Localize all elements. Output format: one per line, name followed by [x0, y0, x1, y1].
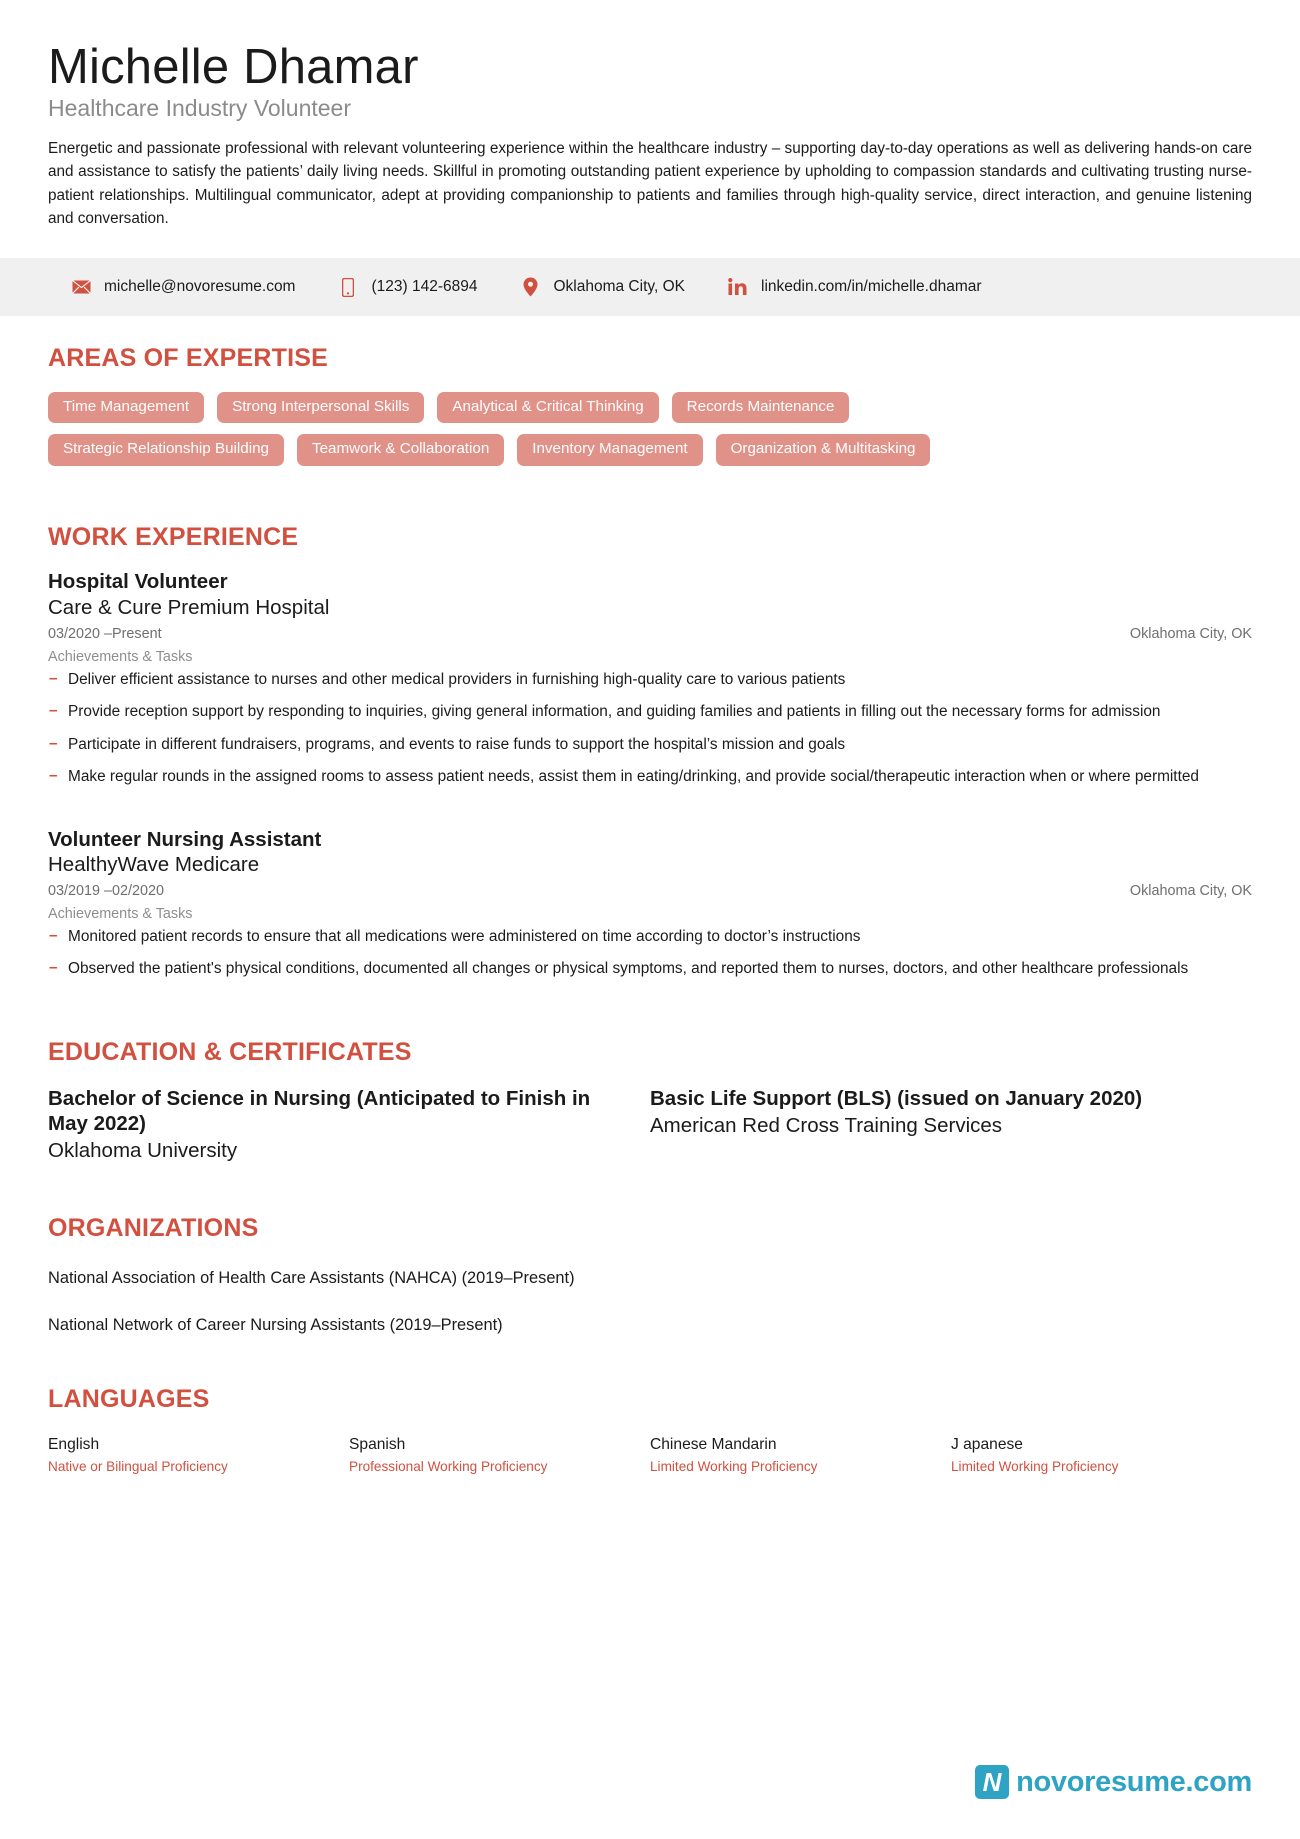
contact-item-location[interactable]: Oklahoma City, OK	[519, 277, 685, 297]
language-level: Native or Bilingual Proficiency	[48, 1459, 228, 1475]
job-bullet: Participate in different fundraisers, pr…	[48, 733, 1252, 756]
job-dates: 03/2020 –Present	[48, 625, 162, 642]
language-entry: J apanese Limited Working Proficiency	[951, 1434, 1252, 1476]
job-bullet: Monitored patient records to ensure that…	[48, 925, 1252, 948]
language-name: J apanese	[951, 1435, 1023, 1453]
novoresume-logo-mark-icon: N	[975, 1765, 1010, 1799]
language-entry: Chinese Mandarin Limited Working Profici…	[650, 1434, 951, 1476]
contact-item-linkedin[interactable]: linkedin.com/in/michelle.dhamar	[727, 277, 982, 297]
work-entry: Hospital Volunteer Care & Cure Premium H…	[48, 569, 1252, 788]
contact-bar: michelle@novoresume.com (123) 142-6894 O…	[0, 258, 1300, 317]
job-subheading: Achievements & Tasks	[48, 648, 193, 665]
job-meta: 03/2020 –Present Oklahoma City, OK	[48, 626, 1252, 642]
organization-item: National Network of Career Nursing Assis…	[48, 1315, 503, 1334]
education-entry: Bachelor of Science in Nursing (Anticipa…	[48, 1086, 650, 1164]
job-company: HealthyWave Medicare	[48, 853, 260, 877]
resume-header: Michelle Dhamar Healthcare Industry Volu…	[0, 0, 1300, 258]
job-bullet-list: Monitored patient records to ensure that…	[48, 925, 1252, 981]
job-bullet-list: Deliver efficient assistance to nurses a…	[48, 668, 1252, 789]
novoresume-logo-text: novoresume.com	[1016, 1765, 1252, 1798]
resume-page: Michelle Dhamar Healthcare Industry Volu…	[0, 0, 1300, 1839]
candidate-name: Michelle Dhamar	[48, 40, 419, 94]
organization-item: National Association of Health Care Assi…	[48, 1268, 575, 1287]
language-name: English	[48, 1435, 100, 1453]
expertise-tag: Strategic Relationship Building	[48, 434, 284, 466]
contact-item-phone[interactable]: (123) 142-6894	[337, 277, 477, 297]
expertise-tag: Organization & Multitasking	[715, 434, 931, 466]
contact-linkedin-text: linkedin.com/in/michelle.dhamar	[761, 278, 982, 296]
language-name: Spanish	[349, 1435, 406, 1453]
language-entry: Spanish Professional Working Proficiency	[349, 1434, 650, 1476]
education-degree: Bachelor of Science in Nursing (Anticipa…	[48, 1087, 591, 1136]
education-school: American Red Cross Training Services	[650, 1114, 1003, 1138]
contact-phone-text: (123) 142-6894	[371, 278, 478, 296]
expertise-section-title: AREAS OF EXPERTISE	[48, 344, 329, 373]
expertise-tag-list: Time Management Strong Interpersonal Ski…	[48, 391, 1252, 466]
job-role: Hospital Volunteer	[48, 570, 228, 594]
candidate-job-title: Healthcare Industry Volunteer	[48, 95, 352, 122]
language-level: Limited Working Proficiency	[650, 1459, 818, 1475]
expertise-tag-row: Time Management Strong Interpersonal Ski…	[48, 391, 1252, 424]
expertise-tag-row: Strategic Relationship Building Teamwork…	[48, 434, 1252, 466]
education-grid: Bachelor of Science in Nursing (Anticipa…	[48, 1086, 1252, 1164]
job-bullet: Provide reception support by responding …	[48, 700, 1252, 723]
envelope-icon	[70, 277, 92, 297]
job-bullet: Observed the patient's physical conditio…	[48, 957, 1252, 980]
expertise-tag: Time Management	[48, 391, 205, 424]
job-bullet: Deliver efficient assistance to nurses a…	[48, 668, 1252, 691]
job-location: Oklahoma City, OK	[1129, 625, 1252, 642]
section-areas-of-expertise: AREAS OF EXPERTISE Time Management Stron…	[0, 316, 1300, 466]
expertise-tag: Records Maintenance	[671, 391, 850, 424]
languages-section-title: LANGUAGES	[48, 1385, 210, 1414]
expertise-tag: Teamwork & Collaboration	[297, 434, 505, 466]
contact-location-text: Oklahoma City, OK	[553, 278, 685, 296]
job-location: Oklahoma City, OK	[1129, 882, 1252, 899]
education-degree: Basic Life Support (BLS) (issued on Janu…	[650, 1087, 1143, 1111]
section-work-experience: WORK EXPERIENCE Hospital Volunteer Care …	[0, 477, 1300, 981]
language-level: Professional Working Proficiency	[349, 1459, 548, 1475]
education-section-title: EDUCATION & CERTIFICATES	[48, 1037, 412, 1066]
section-organizations: ORGANIZATIONS National Association of He…	[0, 1164, 1300, 1336]
professional-summary: Energetic and passionate professional wi…	[48, 140, 1252, 227]
work-section-title: WORK EXPERIENCE	[48, 522, 299, 551]
organizations-section-title: ORGANIZATIONS	[48, 1214, 259, 1243]
language-level: Limited Working Proficiency	[951, 1459, 1119, 1475]
education-school: Oklahoma University	[48, 1139, 238, 1163]
job-role: Volunteer Nursing Assistant	[48, 827, 322, 851]
expertise-tag: Inventory Management	[517, 434, 703, 466]
job-meta: 03/2019 –02/2020 Oklahoma City, OK	[48, 883, 1252, 899]
contact-item-email[interactable]: michelle@novoresume.com	[70, 277, 295, 297]
language-entry: English Native or Bilingual Proficiency	[48, 1434, 349, 1476]
contact-email-text: michelle@novoresume.com	[104, 278, 296, 296]
linkedin-icon	[727, 277, 749, 297]
expertise-tag: Strong Interpersonal Skills	[217, 391, 425, 424]
expertise-tag: Analytical & Critical Thinking	[437, 391, 659, 424]
education-entry: Basic Life Support (BLS) (issued on Janu…	[650, 1086, 1252, 1164]
job-company: Care & Cure Premium Hospital	[48, 596, 330, 620]
phone-icon	[337, 277, 359, 297]
languages-grid: English Native or Bilingual Proficiency …	[48, 1434, 1252, 1476]
section-languages: LANGUAGES English Native or Bilingual Pr…	[0, 1336, 1300, 1475]
language-name: Chinese Mandarin	[650, 1435, 777, 1453]
job-dates: 03/2019 –02/2020	[48, 882, 165, 899]
work-entry: Volunteer Nursing Assistant HealthyWave …	[48, 827, 1252, 981]
location-pin-icon	[519, 277, 541, 297]
job-bullet: Make regular rounds in the assigned room…	[48, 765, 1252, 788]
section-education-certificates: EDUCATION & CERTIFICATES Bachelor of Sci…	[0, 991, 1300, 1164]
novoresume-logo[interactable]: N novoresume.com	[975, 1765, 1252, 1799]
job-subheading: Achievements & Tasks	[48, 905, 193, 922]
